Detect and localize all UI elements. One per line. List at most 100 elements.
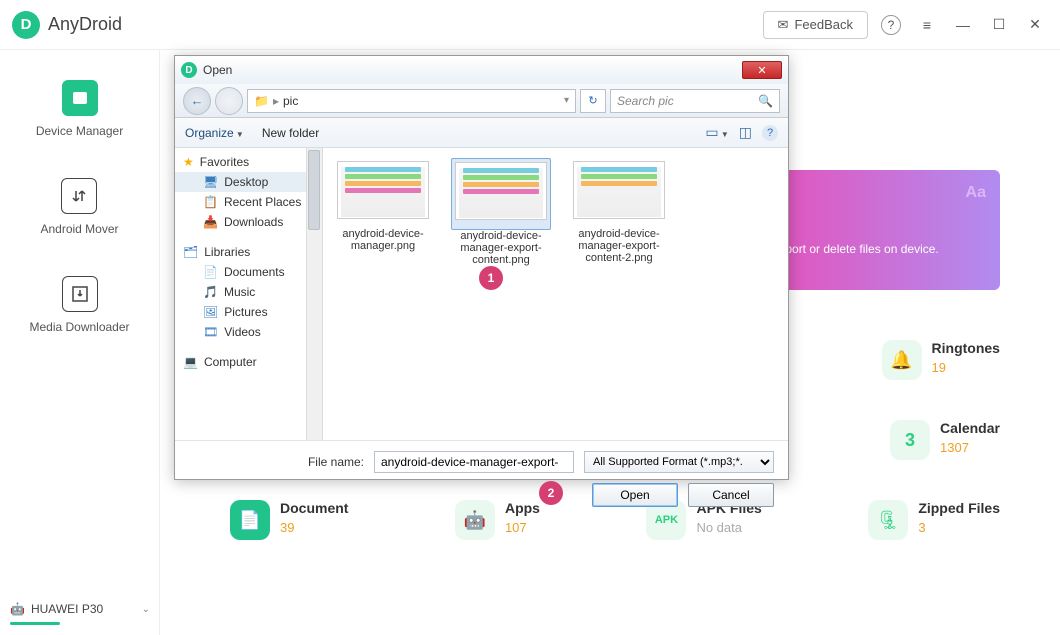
tree-label: Downloads: [224, 215, 283, 229]
file-item-2-selected[interactable]: anydroid-device-manager-export-content.p…: [451, 158, 551, 430]
dialog-body: ★Favorites 🖥Desktop 📋Recent Places 📥 Down…: [175, 148, 788, 440]
star-icon: ★: [183, 155, 194, 169]
tree-label: Libraries: [204, 245, 250, 259]
annotation-badge-1: 1: [479, 266, 503, 290]
help-button[interactable]: ?: [878, 12, 904, 38]
videos-icon: 🎞: [203, 325, 218, 339]
cat-count: 39: [280, 520, 348, 535]
minimize-icon: —: [956, 17, 970, 33]
libraries-icon: 🗂: [183, 245, 198, 259]
calendar-icon: 3: [890, 420, 930, 460]
dialog-titlebar[interactable]: D Open ✕: [175, 56, 788, 84]
cat-name: Calendar: [940, 420, 1000, 436]
close-icon: ✕: [1029, 16, 1041, 33]
app-logo-icon: D: [12, 11, 40, 39]
sidebar: Device Manager Android Mover Media Downl…: [0, 50, 160, 635]
tree-libraries[interactable]: 🗂 Libraries: [175, 242, 322, 262]
feedback-button[interactable]: ✉ FeedBack: [763, 11, 868, 39]
tree-documents[interactable]: 📄Documents: [175, 262, 322, 282]
tree-scrollbar[interactable]: [306, 148, 322, 440]
file-item-3[interactable]: anydroid-device-manager-export-content-2…: [569, 158, 669, 430]
zip-icon: 🗜: [868, 500, 908, 540]
cancel-button[interactable]: Cancel: [688, 483, 774, 507]
storage-bar: [10, 622, 60, 625]
filename-label: File name:: [308, 455, 364, 469]
device-manager-icon: [62, 80, 98, 116]
dialog-nav: ← 📁 ▸ pic ▾ ↻ Search pic 🔍: [175, 84, 788, 118]
category-ringtones[interactable]: 🔔 Ringtones 19: [882, 340, 1000, 380]
tree-label: Videos: [224, 325, 260, 339]
search-input[interactable]: Search pic 🔍: [610, 89, 780, 113]
view-mode-button[interactable]: ▭: [705, 124, 728, 141]
preview-pane-button[interactable]: ◫: [739, 124, 752, 141]
minimize-button[interactable]: —: [950, 12, 976, 38]
category-calendar[interactable]: 3 Calendar 1307: [890, 420, 1000, 460]
downloads-icon: 📥: [203, 215, 218, 229]
bell-icon: 🔔: [882, 340, 922, 380]
format-select[interactable]: All Supported Format (*.mp3;*.: [584, 451, 774, 473]
organize-menu[interactable]: Organize: [185, 126, 244, 140]
refresh-button[interactable]: ↻: [580, 89, 606, 113]
android-icon: 🤖: [10, 602, 25, 616]
tree-computer[interactable]: 💻 Computer: [175, 352, 322, 372]
maximize-button[interactable]: ☐: [986, 12, 1012, 38]
file-name: anydroid-device-manager.png: [333, 228, 433, 252]
documents-icon: 📄: [203, 265, 218, 279]
file-item-1[interactable]: anydroid-device-manager.png: [333, 158, 433, 430]
help-icon[interactable]: ?: [762, 125, 778, 141]
file-list: anydroid-device-manager.png anydroid-dev…: [323, 148, 788, 440]
tree-downloads[interactable]: 📥 Downloads: [175, 212, 322, 232]
tree-pictures[interactable]: 🖼Pictures: [175, 302, 322, 322]
tree-label: Music: [224, 285, 255, 299]
pictures-icon: 🖼: [203, 305, 218, 319]
open-button[interactable]: Open: [592, 483, 678, 507]
music-icon: 🎵: [203, 285, 218, 299]
address-bar[interactable]: 📁 ▸ pic ▾: [247, 89, 576, 113]
cat-name: Ringtones: [932, 340, 1000, 356]
sidebar-label: Android Mover: [40, 222, 118, 236]
cat-count: 107: [505, 520, 540, 535]
mail-icon: ✉: [778, 17, 789, 33]
tree-music[interactable]: 🎵 Music: [175, 282, 322, 302]
tree-recent[interactable]: 📋Recent Places: [175, 192, 322, 212]
tree-desktop[interactable]: 🖥Desktop: [175, 172, 322, 192]
tree-videos[interactable]: 🎞 Videos: [175, 322, 322, 342]
cat-count: 1307: [940, 440, 1000, 455]
sidebar-label: Media Downloader: [29, 320, 129, 334]
new-folder-button[interactable]: New folder: [262, 126, 319, 140]
titlebar: D AnyDroid ✉ FeedBack ? ≡ — ☐ ✕: [0, 0, 1060, 50]
recent-icon: 📋: [203, 195, 218, 209]
search-icon: 🔍: [758, 94, 773, 108]
filename-input[interactable]: [374, 451, 574, 473]
cat-count: 3: [918, 520, 1000, 535]
tree-favorites[interactable]: ★Favorites: [175, 152, 322, 172]
search-placeholder: Search pic: [617, 94, 674, 108]
close-button[interactable]: ✕: [1022, 12, 1048, 38]
open-dialog: D Open ✕ ← 📁 ▸ pic ▾ ↻ Search pic 🔍 Orga…: [174, 55, 789, 480]
menu-button[interactable]: ≡: [914, 12, 940, 38]
dialog-app-icon: D: [181, 62, 197, 78]
sidebar-device-manager[interactable]: Device Manager: [36, 80, 123, 138]
feedback-label: FeedBack: [794, 17, 853, 32]
folder-tree: ★Favorites 🖥Desktop 📋Recent Places 📥 Down…: [175, 148, 323, 440]
sidebar-media-downloader[interactable]: Media Downloader: [29, 276, 129, 334]
media-downloader-icon: [62, 276, 98, 312]
sidebar-label: Device Manager: [36, 124, 123, 138]
cat-count: 19: [932, 360, 1000, 375]
nav-back-button[interactable]: ←: [183, 87, 211, 115]
nav-forward-button[interactable]: [215, 87, 243, 115]
scroll-thumb[interactable]: [308, 150, 320, 230]
cat-name: Zipped Files: [918, 500, 1000, 516]
menu-icon: ≡: [923, 17, 931, 33]
sidebar-android-mover[interactable]: Android Mover: [40, 178, 118, 236]
category-zipped[interactable]: 🗜 Zipped Files 3: [868, 500, 1000, 540]
device-footer[interactable]: 🤖 HUAWEI P30 ⌄: [0, 592, 160, 635]
computer-icon: 💻: [183, 355, 198, 369]
file-thumbnail: [341, 167, 425, 217]
dialog-close-button[interactable]: ✕: [742, 61, 782, 79]
close-icon: ✕: [757, 64, 766, 77]
tree-label: Computer: [204, 355, 257, 369]
promo-text: , export or delete files on device.: [766, 242, 984, 256]
file-name: anydroid-device-manager-export-content.p…: [451, 230, 551, 266]
file-thumbnail: [577, 167, 661, 217]
